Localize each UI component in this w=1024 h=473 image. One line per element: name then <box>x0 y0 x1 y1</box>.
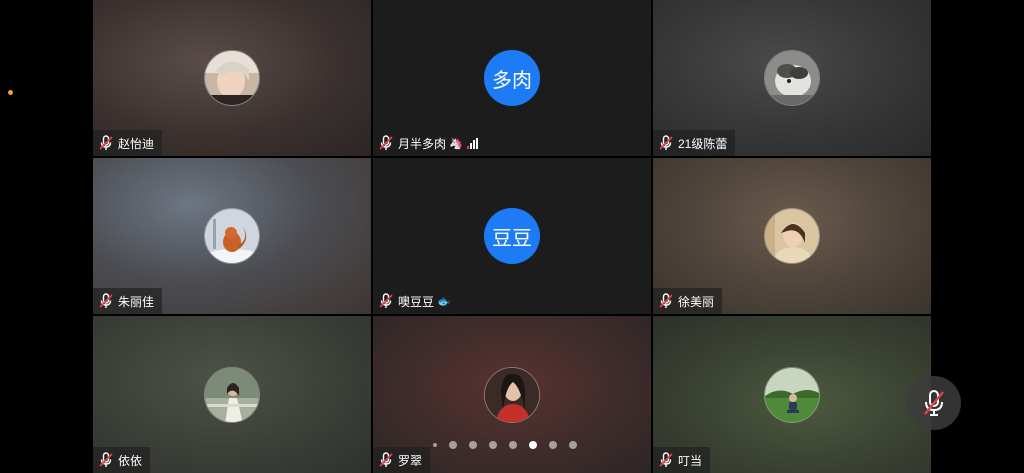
participant-avatar-text: 多肉 <box>484 50 540 106</box>
mic-muted-icon <box>379 452 393 467</box>
signal-strength-icon <box>466 137 478 149</box>
mute-microphone-icon <box>924 390 944 416</box>
participant-name-tag: 朱丽佳 <box>93 288 163 314</box>
page-dot[interactable] <box>469 441 477 449</box>
participant-name-tag: 罗翠 <box>373 447 431 473</box>
participant-avatar <box>204 208 260 264</box>
participant-tile[interactable]: 徐美丽 <box>653 158 931 314</box>
participant-tile[interactable]: 依依 <box>93 316 371 473</box>
participant-tile[interactable]: 豆豆 噢豆豆 🐟 <box>373 158 651 314</box>
participant-name-tag: 月半多肉 🦄 <box>373 130 486 156</box>
participant-name: 赵怡迪 <box>118 136 155 151</box>
participant-name: 噢豆豆 <box>398 294 435 309</box>
participant-tile[interactable]: 朱丽佳 <box>93 158 371 314</box>
participant-avatar <box>764 366 820 423</box>
participant-name-tag: 噢豆豆 🐟 <box>373 288 459 314</box>
participant-tile[interactable]: 罗翠 <box>373 316 651 473</box>
page-dot[interactable] <box>569 441 577 449</box>
participant-tile[interactable]: 多肉 月半多肉 🦄 <box>373 0 651 156</box>
page-indicator[interactable] <box>433 441 577 449</box>
mic-muted-icon <box>99 452 113 467</box>
page-dot-active[interactable] <box>529 441 537 449</box>
participant-avatar <box>484 366 540 423</box>
mute-microphone-button[interactable] <box>907 376 961 430</box>
mic-muted-icon <box>659 293 673 308</box>
participant-name-tag: 依依 <box>93 447 151 473</box>
participant-tile[interactable]: 叮当 <box>653 316 931 473</box>
page-dot[interactable] <box>549 441 557 449</box>
participant-name-tag: 徐美丽 <box>653 288 723 314</box>
participant-tile[interactable]: 21级陈蕾 <box>653 0 931 156</box>
participant-name: 罗翠 <box>398 453 423 468</box>
status-indicator-dot <box>8 90 13 95</box>
participant-name: 徐美丽 <box>678 294 715 309</box>
mic-muted-icon <box>99 293 113 308</box>
participant-name: 朱丽佳 <box>118 294 155 309</box>
page-dot[interactable] <box>433 443 437 447</box>
meeting-screen: 赵怡迪 多肉 月半多肉 🦄 21级陈蕾 朱丽佳 豆豆 噢豆豆 🐟 徐美丽 依依 … <box>0 0 1024 473</box>
participant-name: 叮当 <box>678 453 703 468</box>
participant-name-tag: 叮当 <box>653 447 711 473</box>
participant-avatar-text: 豆豆 <box>484 208 540 264</box>
participant-avatar <box>764 208 820 264</box>
mic-muted-icon <box>659 135 673 150</box>
participant-avatar <box>764 50 820 106</box>
participant-name: 月半多肉 <box>398 136 447 151</box>
participant-grid: 赵怡迪 多肉 月半多肉 🦄 21级陈蕾 朱丽佳 豆豆 噢豆豆 🐟 徐美丽 依依 … <box>93 0 931 473</box>
mic-muted-icon <box>659 452 673 467</box>
fish-icon: 🐟 <box>437 295 451 308</box>
participant-name-tag: 21级陈蕾 <box>653 130 736 156</box>
participant-name-tag: 赵怡迪 <box>93 130 163 156</box>
mic-muted-icon <box>379 293 393 308</box>
participant-name: 21级陈蕾 <box>678 136 728 151</box>
participant-tile[interactable]: 赵怡迪 <box>93 0 371 156</box>
page-dot[interactable] <box>489 441 497 449</box>
page-dot[interactable] <box>449 441 457 449</box>
participant-avatar <box>204 366 260 423</box>
mic-muted-icon <box>379 135 393 150</box>
participant-avatar <box>204 50 260 106</box>
unicorn-icon: 🦄 <box>449 137 463 150</box>
mic-muted-icon <box>99 135 113 150</box>
page-dot[interactable] <box>509 441 517 449</box>
participant-name: 依依 <box>118 453 143 468</box>
